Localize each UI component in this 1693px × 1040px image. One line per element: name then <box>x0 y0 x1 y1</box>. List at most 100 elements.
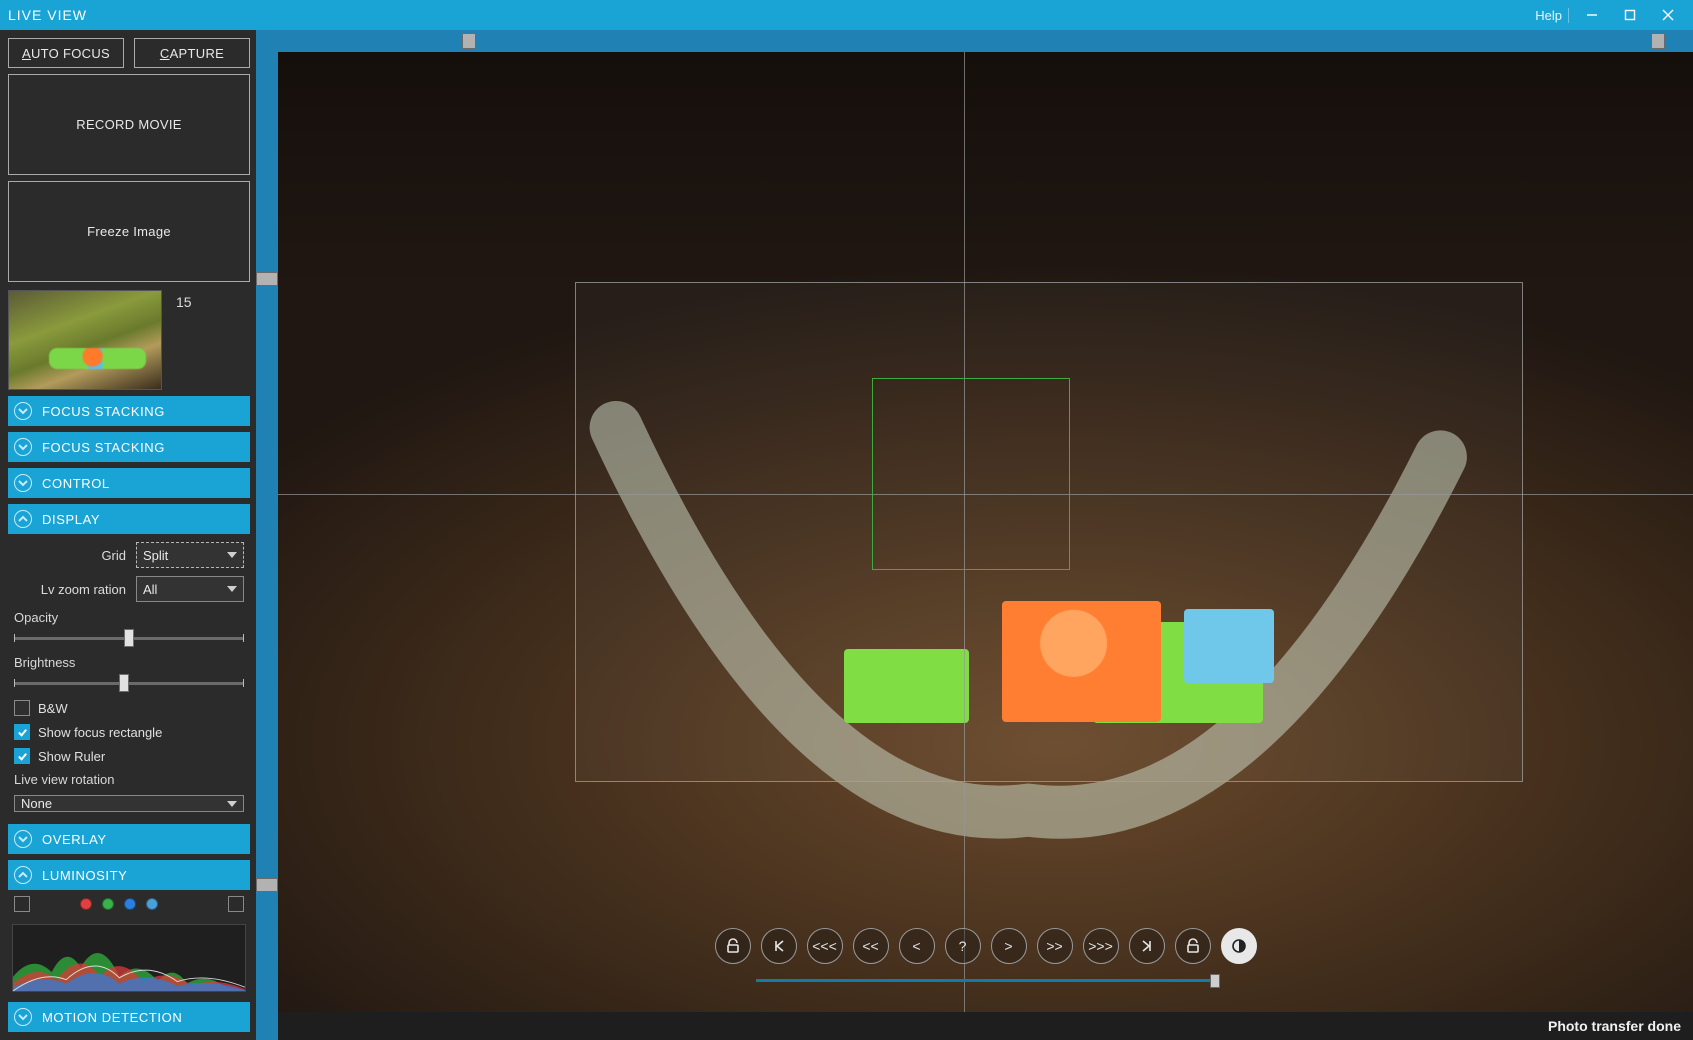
panel-overlay[interactable]: OVERLAY <box>8 824 250 854</box>
vertical-ruler[interactable] <box>256 30 278 1040</box>
show-ruler-checkbox[interactable] <box>14 748 30 764</box>
titlebar: LIVE VIEW Help <box>0 0 1693 30</box>
focus-forward-small-button[interactable]: > <box>991 928 1027 964</box>
panel-title: OVERLAY <box>42 832 107 847</box>
window-title: LIVE VIEW <box>8 7 87 23</box>
dropdown-arrow-icon <box>227 801 237 807</box>
thumbnail-row: 15 <box>8 290 250 390</box>
close-button[interactable] <box>1651 1 1685 29</box>
panel-luminosity-body <box>8 890 250 996</box>
maximize-button[interactable] <box>1613 1 1647 29</box>
panel-motion-detection[interactable]: MOTION DETECTION <box>8 1002 250 1032</box>
histogram <box>12 924 246 992</box>
focus-forward-large-button[interactable]: >>> <box>1083 928 1119 964</box>
rotation-label: Live view rotation <box>14 772 244 787</box>
highlight-clip-checkbox[interactable] <box>228 896 244 912</box>
panel-display: DISPLAY Grid Split Lv zoom ration All <box>8 504 250 818</box>
focus-last-button[interactable] <box>1129 928 1165 964</box>
window-controls: Help <box>1535 1 1685 29</box>
minimize-button[interactable] <box>1575 1 1609 29</box>
status-bar: Photo transfer done <box>278 1012 1693 1040</box>
slider-thumb[interactable] <box>124 629 134 647</box>
focus-first-button[interactable] <box>761 928 797 964</box>
focus-forward-medium-button[interactable]: >> <box>1037 928 1073 964</box>
capture-button[interactable]: CAPTURE <box>134 38 250 68</box>
live-view-canvas[interactable]: <<< << < ? > >> >>> <box>278 52 1693 1012</box>
panel-luminosity: LUMINOSITY <box>8 860 250 996</box>
zoom-ratio-value: All <box>143 582 157 597</box>
zoom-ratio-select[interactable]: All <box>136 576 244 602</box>
chevron-up-icon <box>14 510 32 528</box>
viewer-main: <<< << < ? > >> >>> <box>278 30 1693 1040</box>
brightness-label: Brightness <box>14 655 244 670</box>
lock-left-button[interactable] <box>715 928 751 964</box>
channel-dots <box>80 898 158 910</box>
panel-control[interactable]: CONTROL <box>8 468 250 498</box>
horizontal-ruler[interactable] <box>278 30 1693 52</box>
lock-right-button[interactable] <box>1175 928 1211 964</box>
panel-title: CONTROL <box>42 476 110 491</box>
shadow-clip-checkbox[interactable] <box>14 896 30 912</box>
focus-query-button[interactable]: ? <box>945 928 981 964</box>
help-link[interactable]: Help <box>1535 8 1569 23</box>
red-channel-dot[interactable] <box>80 898 92 910</box>
freeze-image-button[interactable]: Freeze Image <box>8 181 250 282</box>
chevron-down-icon <box>14 438 32 456</box>
opacity-label: Opacity <box>14 610 244 625</box>
focus-back-medium-button[interactable]: << <box>853 928 889 964</box>
show-ruler-label: Show Ruler <box>38 749 105 764</box>
contrast-button[interactable] <box>1221 928 1257 964</box>
show-focus-label: Show focus rectangle <box>38 725 162 740</box>
panel-focus-stacking-1[interactable]: FOCUS STACKING <box>8 396 250 426</box>
viewer: <<< << < ? > >> >>> <box>256 30 1693 1040</box>
panel-title: DISPLAY <box>42 512 100 527</box>
panel-title: MOTION DETECTION <box>42 1010 182 1025</box>
panel-luminosity-header[interactable]: LUMINOSITY <box>8 860 250 890</box>
panel-display-header[interactable]: DISPLAY <box>8 504 250 534</box>
slider-thumb[interactable] <box>119 674 129 692</box>
ruler-marker[interactable] <box>462 33 476 49</box>
rotation-select[interactable]: None <box>14 795 244 812</box>
dropdown-arrow-icon <box>227 552 237 558</box>
chevron-down-icon <box>14 474 32 492</box>
chevron-up-icon <box>14 866 32 884</box>
panel-title: FOCUS STACKING <box>42 440 165 455</box>
green-channel-dot[interactable] <box>102 898 114 910</box>
bw-label: B&W <box>38 701 68 716</box>
capture-thumbnail[interactable] <box>8 290 162 390</box>
progress-thumb[interactable] <box>1210 974 1220 988</box>
auto-focus-button[interactable]: AUTO FOCUS <box>8 38 124 68</box>
focus-control-bar: <<< << < ? > >> >>> <box>715 928 1257 964</box>
grid-select[interactable]: Split <box>136 542 244 568</box>
dropdown-arrow-icon <box>227 586 237 592</box>
app-window: LIVE VIEW Help AUTO FOCUS CAPTURE RECORD… <box>0 0 1693 1040</box>
rotation-value: None <box>21 796 52 811</box>
focus-back-large-button[interactable]: <<< <box>807 928 843 964</box>
ruler-marker[interactable] <box>256 878 278 892</box>
panel-focus-stacking-2[interactable]: FOCUS STACKING <box>8 432 250 462</box>
chevron-down-icon <box>14 1008 32 1026</box>
panel-title: FOCUS STACKING <box>42 404 165 419</box>
status-text: Photo transfer done <box>1548 1018 1681 1034</box>
grid-value: Split <box>143 548 168 563</box>
panel-display-body: Grid Split Lv zoom ration All Opacity <box>8 534 250 818</box>
grid-label: Grid <box>14 548 126 563</box>
focus-rectangle[interactable] <box>872 378 1070 570</box>
ruler-marker[interactable] <box>256 272 278 286</box>
record-movie-button[interactable]: RECORD MOVIE <box>8 74 250 175</box>
luma-channel-dot[interactable] <box>146 898 158 910</box>
focus-progress[interactable] <box>756 976 1216 984</box>
zoom-ratio-label: Lv zoom ration <box>14 582 126 597</box>
panel-title: LUMINOSITY <box>42 868 127 883</box>
bw-checkbox[interactable] <box>14 700 30 716</box>
app-body: AUTO FOCUS CAPTURE RECORD MOVIE Freeze I… <box>0 30 1693 1040</box>
show-focus-checkbox[interactable] <box>14 724 30 740</box>
chevron-down-icon <box>14 830 32 848</box>
focus-back-small-button[interactable]: < <box>899 928 935 964</box>
opacity-slider[interactable] <box>14 629 244 647</box>
top-button-row: AUTO FOCUS CAPTURE <box>8 38 250 68</box>
blue-channel-dot[interactable] <box>124 898 136 910</box>
brightness-slider[interactable] <box>14 674 244 692</box>
chevron-down-icon <box>14 402 32 420</box>
ruler-marker[interactable] <box>1651 33 1665 49</box>
